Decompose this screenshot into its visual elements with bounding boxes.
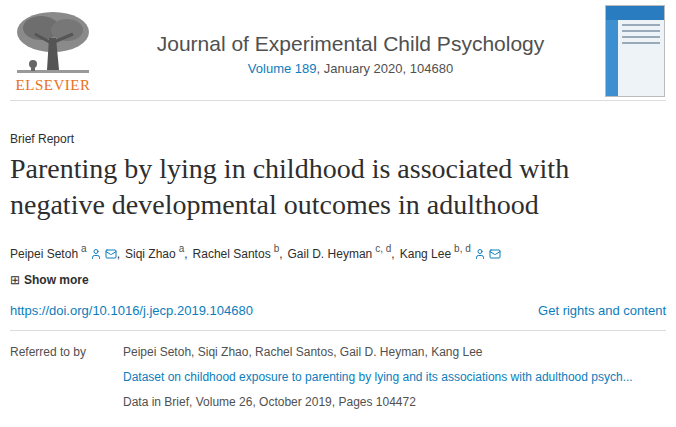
publisher-name: ELSEVIER xyxy=(16,76,91,94)
author[interactable]: Peipei Setoha, xyxy=(10,245,120,263)
header-divider xyxy=(10,100,666,101)
referred-source: Data in Brief, Volume 26, October 2019, … xyxy=(123,393,666,411)
author[interactable]: Rachel Santosb, xyxy=(193,245,283,263)
referred-authors: Peipei Setoh, Siqi Zhao, Rachel Santos, … xyxy=(123,343,666,361)
journal-info: Journal of Experimental Child Psychology… xyxy=(96,6,605,78)
journal-issue: Volume 189, January 2020, 104680 xyxy=(248,60,453,78)
rights-link[interactable]: Get rights and content xyxy=(538,302,666,320)
referred-to-by: Referred to byPeipei Setoh, Siqi Zhao, R… xyxy=(10,331,666,411)
email-icon[interactable] xyxy=(105,248,117,260)
journal-header: ELSEVIER Journal of Experimental Child Ps… xyxy=(10,0,666,100)
elsevier-tree-icon xyxy=(13,8,93,76)
expand-icon: ⊞ xyxy=(10,271,20,289)
email-icon[interactable] xyxy=(489,248,501,260)
show-more-button[interactable]: ⊞Show more xyxy=(10,271,666,289)
publisher-logo[interactable]: ELSEVIER xyxy=(10,6,96,94)
doi-link[interactable]: https://doi.org/10.1016/j.jecp.2019.1046… xyxy=(10,302,253,320)
author[interactable]: Siqi Zhaoa, xyxy=(125,245,188,263)
person-icon xyxy=(474,248,486,260)
article-page: ELSEVIER Journal of Experimental Child Ps… xyxy=(0,0,676,427)
journal-title[interactable]: Journal of Experimental Child Psychology xyxy=(157,30,545,58)
article-title: Parenting by lying in childhood is assoc… xyxy=(10,151,666,223)
author[interactable]: Gail D. Heymanc, d, xyxy=(288,245,395,263)
referred-label: Referred to by xyxy=(10,343,123,411)
referred-item: Peipei Setoh, Siqi Zhao, Rachel Santos, … xyxy=(123,343,666,411)
article-type: Brief Report xyxy=(10,131,666,147)
person-icon xyxy=(90,248,102,260)
article-header: Brief Report Parenting by lying in childh… xyxy=(10,101,666,320)
referred-title-link[interactable]: Dataset on childhood exposure to parenti… xyxy=(123,368,666,386)
section-divider xyxy=(10,330,666,331)
journal-cover-image[interactable] xyxy=(605,5,665,97)
author[interactable]: Kang Leeb, d xyxy=(400,245,501,263)
volume-link[interactable]: Volume 189 xyxy=(248,61,317,76)
doi-row: https://doi.org/10.1016/j.jecp.2019.1046… xyxy=(10,302,666,320)
author-list: Peipei Setoha, Siqi Zhaoa, Rachel Santosb,… xyxy=(10,245,666,263)
